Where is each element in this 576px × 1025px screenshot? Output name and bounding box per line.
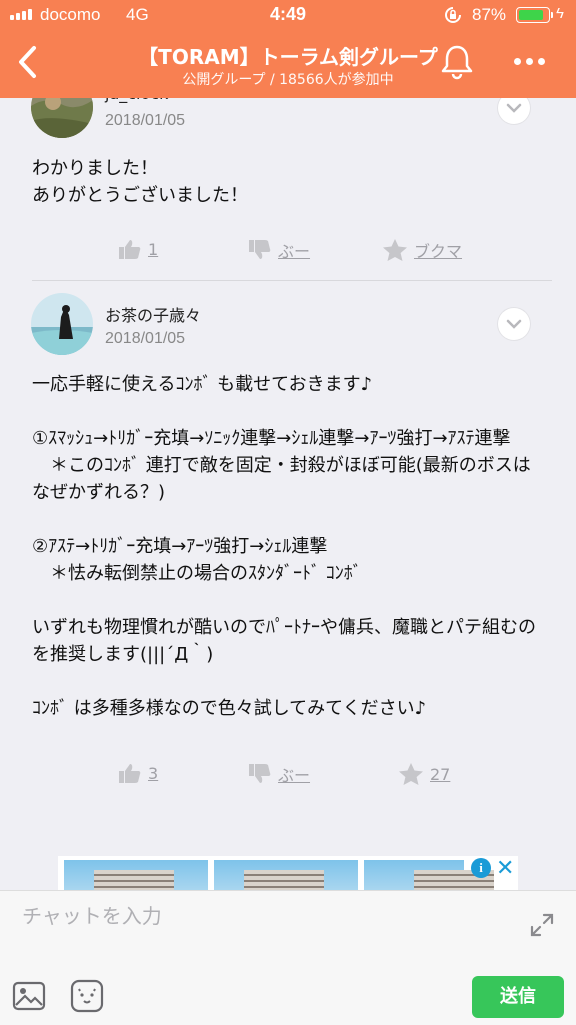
avatar[interactable] [31,98,93,138]
post-body: わかりました！ ありがとうございました！ [32,158,248,206]
battery-tip [551,12,553,18]
post-date: 2018/01/05 [105,112,186,129]
post-username[interactable]: ja_clock [105,98,168,103]
dislike-label: ぶー [278,766,311,785]
bell-icon[interactable] [440,44,474,80]
like-count: 1 [148,239,159,259]
ad-image[interactable] [364,860,494,890]
chat-input[interactable] [20,903,504,929]
star-icon [399,763,423,785]
post-body: 一応手軽に使えるｺﾝﾎﾞ も載せておきます♪ ①ｽﾏｯｼｭ→ﾄﾘｶﾞｰ充填→ｿﾆ… [32,374,536,719]
send-button[interactable]: 送信 [472,976,564,1018]
message-feed[interactable]: ja_clock 2018/01/05 わかりました！ ありがとうございました！… [0,98,576,890]
bookmark-count: 27 [430,764,451,784]
status-bar: docomo 4G 4:49 87% ϟ [0,0,576,30]
image-icon[interactable] [12,981,46,1011]
chevron-down-icon [506,319,522,329]
like-button[interactable]: 1 [118,238,158,260]
charging-icon: ϟ [556,5,564,22]
stamp-icon[interactable] [70,979,104,1013]
chat-composer: 送信 [0,890,576,1025]
thumbs-down-icon [249,764,271,783]
battery-percent: 87% [472,5,507,24]
ad-image[interactable] [64,860,208,890]
post-divider [32,280,552,281]
thumbs-up-icon [119,764,141,783]
post-date: 2018/01/05 [105,330,186,347]
ad-close-icon[interactable]: ✕ [496,856,514,881]
chevron-down-icon [506,103,522,113]
like-count: 3 [148,763,159,783]
bookmark-button[interactable]: ブクマ [382,238,462,262]
post-username[interactable]: お茶の子歳々 [105,302,201,326]
rotation-lock-icon [445,7,461,23]
group-header: 【TORAM】トーラム剣グループ 公開グループ / 18566人が参加中 [0,30,576,98]
dislike-button[interactable]: ぶー [248,238,310,262]
ad-image[interactable] [214,860,358,890]
bookmark-label: ブクマ [414,242,463,261]
more-icon[interactable] [514,58,545,65]
thumbs-down-icon [249,240,271,259]
battery-icon [516,7,550,23]
back-chevron-icon[interactable] [14,42,44,82]
ad-info-icon[interactable]: i [471,858,491,878]
bookmark-button[interactable]: 27 [398,762,450,786]
avatar[interactable] [31,293,93,355]
post-options-button[interactable] [498,308,530,340]
ad-banner[interactable]: i ✕ [58,856,518,890]
dislike-label: ぶー [278,242,311,261]
thumbs-up-icon [119,240,141,259]
post-options-button[interactable] [498,98,530,124]
expand-icon[interactable] [528,911,556,939]
like-button[interactable]: 3 [118,762,158,784]
dislike-button[interactable]: ぶー [248,762,310,786]
star-icon [383,239,407,261]
